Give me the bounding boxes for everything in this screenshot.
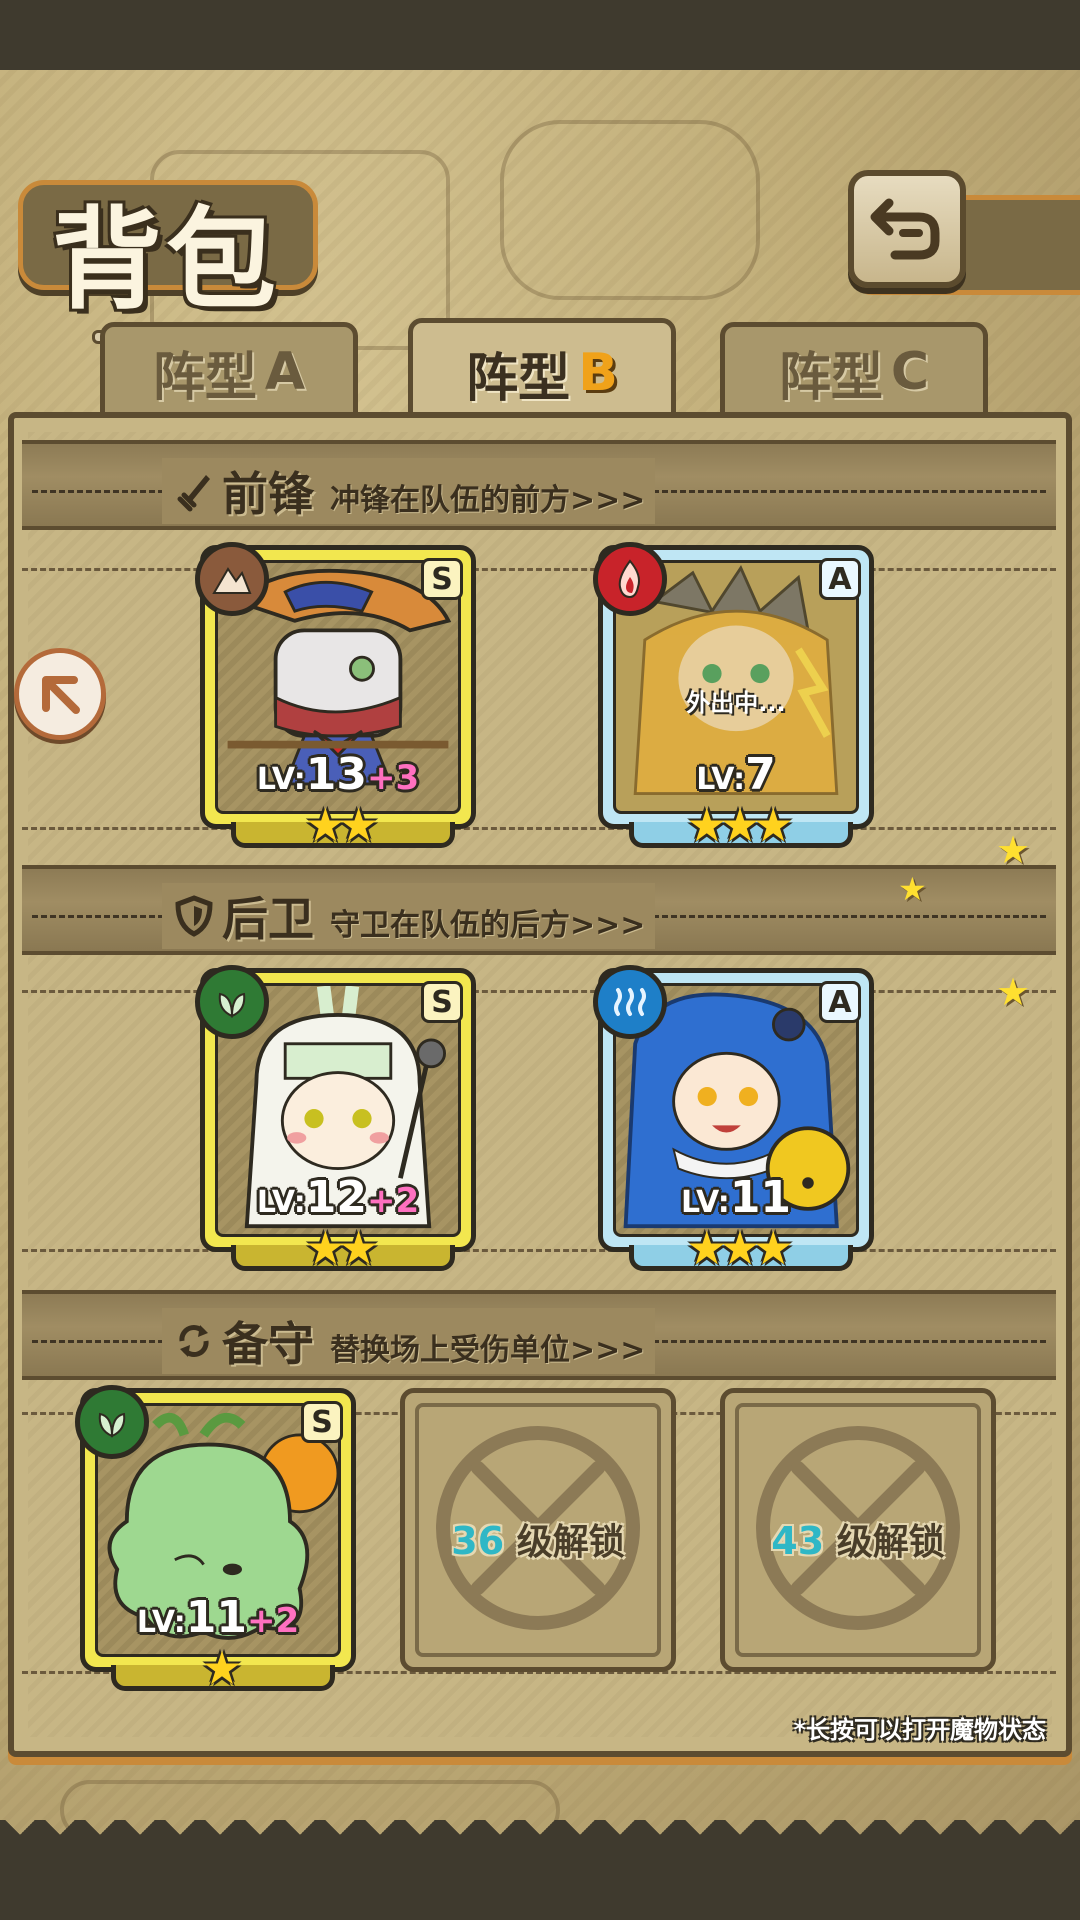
page-title: 背包 [52, 195, 280, 324]
star-rating: ★★ [304, 798, 379, 852]
section-description: 冲锋在队伍的前方>>> [330, 483, 646, 518]
unlock-level: 43 [771, 1519, 825, 1563]
row-rearguard [22, 990, 1056, 1252]
water-element-icon [614, 988, 646, 1016]
sparkle-star-icon: ★ [898, 870, 927, 908]
tab-label: 阵型 [152, 347, 257, 408]
section-band-vanguard: 前锋 冲锋在队伍的前方>>> [22, 440, 1056, 530]
side-arrow-button[interactable] [14, 648, 106, 740]
tab-letter: C [890, 342, 930, 402]
level-prefix: LV: [136, 1605, 186, 1640]
top-border [0, 0, 1080, 70]
rank-badge: A [819, 981, 861, 1023]
star-rating: ★ [201, 1641, 242, 1695]
level-value: 11 [185, 1592, 247, 1643]
rank-badge: S [421, 558, 463, 600]
unit-card-cat-girl[interactable]: A LV:11 ★★★ [593, 965, 874, 1275]
unlock-suffix: 级解锁 [516, 1522, 625, 1563]
row-vanguard [22, 568, 1056, 830]
tab-formation-c[interactable]: 阵型 C [720, 322, 988, 422]
sparkle-star-icon: ★ [996, 970, 1031, 1014]
locked-slot-1[interactable]: 36 级解锁 [400, 1388, 676, 1672]
status-away: 外出中... [686, 689, 786, 717]
unlock-requirement: 36 级解锁 [405, 1513, 671, 1565]
element-badge [195, 965, 269, 1039]
level-prefix: LV: [680, 1185, 730, 1220]
tab-letter: B [578, 343, 618, 403]
level-label: LV:11 [603, 1172, 869, 1223]
level-label: LV:7 [603, 749, 869, 800]
level-value: 13 [305, 749, 367, 800]
element-badge [593, 542, 667, 616]
element-badge [75, 1385, 149, 1459]
arrow-icon [42, 676, 80, 714]
section-description: 替换场上受伤单位>>> [330, 1333, 646, 1368]
back-button[interactable] [848, 170, 966, 288]
level-bonus: +3 [366, 758, 420, 798]
unit-card-slime-plant[interactable]: S LV:11+2 ★ [75, 1385, 356, 1695]
level-label: LV:12+2 [205, 1172, 471, 1223]
star-rating: ★★★ [686, 1221, 794, 1275]
back-arrow-icon [870, 198, 940, 260]
level-label: LV:13+3 [205, 749, 471, 800]
level-value: 12 [305, 1172, 367, 1223]
element-badge [593, 965, 667, 1039]
shield-icon [175, 895, 213, 937]
section-title: 备守 [222, 1317, 314, 1371]
nature-element-icon [218, 992, 246, 1018]
tab-formation-a[interactable]: 阵型 A [100, 322, 358, 422]
section-band-reserve: 备守 替换场上受伤单位>>> [22, 1290, 1056, 1380]
rank-badge: S [421, 981, 463, 1023]
level-value: 11 [729, 1172, 792, 1223]
section-title: 前锋 [222, 467, 314, 521]
star-rating: ★★ [304, 1221, 379, 1275]
unlock-requirement: 43 级解锁 [725, 1513, 991, 1565]
tab-label: 阵型 [466, 348, 571, 409]
section-header: 备守 替换场上受伤单位>>> [162, 1308, 656, 1374]
tab-label: 阵型 [778, 347, 883, 408]
map-decoration [500, 120, 760, 300]
long-press-hint: *长按可以打开魔物状态 [793, 1716, 1046, 1744]
section-header: 前锋 冲锋在队伍的前方>>> [162, 458, 656, 524]
unit-card-radish-girl[interactable]: S LV:12+2 ★★ [195, 965, 476, 1275]
rank-badge: A [819, 558, 861, 600]
element-badge [195, 542, 269, 616]
rank-badge: S [301, 1401, 343, 1443]
section-header: 后卫 守卫在队伍的后方>>> [162, 883, 656, 949]
sword-icon [177, 475, 210, 512]
section-description: 守卫在队伍的后方>>> [330, 908, 646, 943]
level-prefix: LV: [256, 762, 306, 797]
unit-card-lightning-girl[interactable]: 外出中... A LV:7 ★★★ [593, 542, 874, 852]
level-prefix: LV: [696, 762, 746, 797]
star-rating: ★★★ [686, 798, 794, 852]
locked-slot-2[interactable]: 43 级解锁 [720, 1388, 996, 1672]
level-bonus: +2 [366, 1181, 420, 1221]
game-screen: 背包 阵型 A 阵型 C 阵型 B 前锋 冲锋在队伍的前方>>> S LV:13… [0, 0, 1080, 1920]
sparkle-star-icon: ★ [996, 828, 1031, 872]
earth-element-icon [212, 567, 252, 594]
swap-icon [179, 1325, 209, 1357]
unlock-suffix: 级解锁 [836, 1522, 945, 1563]
level-bonus: +2 [246, 1601, 300, 1641]
fire-element-icon [618, 559, 640, 599]
level-value: 7 [745, 749, 776, 800]
bottom-border [0, 1820, 1080, 1920]
unit-card-scarecrow[interactable]: S LV:13+3 ★★ [195, 542, 476, 852]
tab-letter: A [264, 342, 306, 402]
level-label: LV:11+2 [85, 1592, 351, 1643]
nature-element-icon [98, 1412, 126, 1438]
unlock-level: 36 [451, 1519, 505, 1563]
section-title: 后卫 [222, 892, 314, 946]
level-prefix: LV: [256, 1185, 306, 1220]
